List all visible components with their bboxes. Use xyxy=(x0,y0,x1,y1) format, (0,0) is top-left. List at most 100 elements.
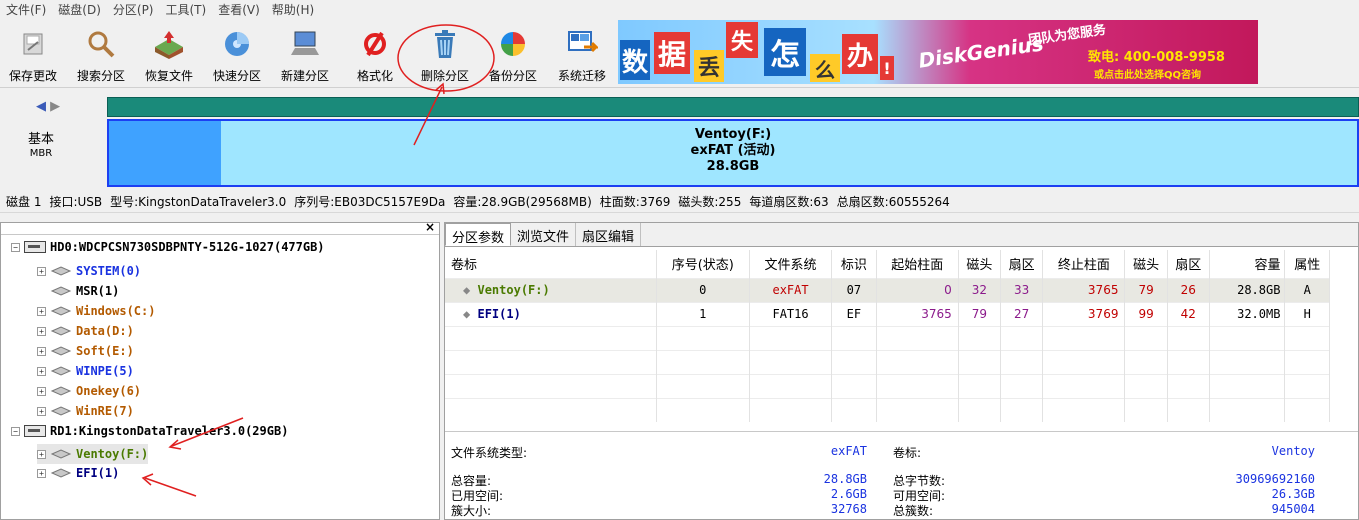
fs-type-label: 文件系统类型: xyxy=(451,446,528,460)
menu-bar: 文件(F) 磁盘(D) 分区(P) 工具(T) 查看(V) 帮助(H) xyxy=(0,0,1359,18)
tree-partition-node[interactable]: + Data(D:) xyxy=(37,321,134,341)
advertisement-banner[interactable]: 数 据 丢 失 怎 么 办 ! DiskGenius 团队为您服务 致电: 40… xyxy=(618,20,1258,84)
expand-toggle-icon[interactable]: − xyxy=(11,426,20,436)
col-volume-label[interactable]: 卷标 xyxy=(445,250,657,278)
expand-toggle-icon[interactable]: + xyxy=(37,266,46,276)
toolbar: 保存更改 搜索分区 恢复文件 快速分区 新建分区 格式化 删除分区 备份分区 系… xyxy=(0,18,1359,88)
save-button[interactable]: 保存更改 xyxy=(4,22,62,84)
quick-partition-icon xyxy=(220,27,254,61)
col-end-sector[interactable]: 扇区 xyxy=(1167,250,1210,278)
expand-toggle-icon[interactable]: + xyxy=(37,386,46,396)
tree-node-label: Onekey(6) xyxy=(76,384,142,398)
disk-capacity: 容量:28.9GB(29568MB) xyxy=(453,195,592,209)
delete-partition-button[interactable]: 删除分区 xyxy=(414,22,476,84)
total-capacity-value: 28.8GB xyxy=(823,472,867,486)
backup-partition-icon xyxy=(496,27,530,61)
tab-browse-files[interactable]: 浏览文件 xyxy=(511,223,577,246)
col-start-cylinder[interactable]: 起始柱面 xyxy=(876,250,959,278)
col-index-status[interactable]: 序号(状态) xyxy=(656,250,750,278)
format-button[interactable]: 格式化 xyxy=(350,22,400,84)
tree-node-label: Windows(C:) xyxy=(76,304,156,318)
tree-node-label: MSR(1) xyxy=(76,284,120,298)
partition-icon xyxy=(50,449,72,459)
col-capacity[interactable]: 容量 xyxy=(1209,250,1286,278)
partition-icon xyxy=(50,386,72,396)
expand-toggle-icon[interactable]: + xyxy=(37,406,46,416)
tree-partition-node[interactable]: +MSR(1) xyxy=(37,281,119,301)
menu-help[interactable]: 帮助(H) xyxy=(266,1,320,18)
recover-files-button[interactable]: 恢复文件 xyxy=(138,22,200,84)
partition-icon xyxy=(50,326,72,336)
system-migration-button[interactable]: 系统迁移 xyxy=(550,22,614,84)
partition-icon xyxy=(50,286,72,296)
close-panel-icon[interactable]: × xyxy=(425,220,435,234)
delete-partition-icon xyxy=(428,27,462,61)
system-migration-icon xyxy=(565,27,599,61)
banner-char: 办 xyxy=(842,34,878,74)
empty-row xyxy=(445,373,1330,398)
banner-qq-link[interactable]: 或点击此处选择QQ咨询 xyxy=(1094,66,1201,81)
disk-nav-arrows[interactable]: ◀ ▶ xyxy=(36,99,60,114)
banner-char: 数 xyxy=(620,40,650,80)
tree-partition-node[interactable]: + Ventoy(F:) xyxy=(37,444,149,464)
expand-toggle-icon[interactable]: − xyxy=(11,242,20,252)
col-end-head[interactable]: 磁头 xyxy=(1124,250,1168,278)
next-disk-icon[interactable]: ▶ xyxy=(50,99,60,114)
empty-row xyxy=(445,397,1330,422)
tree-disk-node[interactable]: − HD0:WDCPCSN730SDBPNTY-512G-1027(477GB) xyxy=(11,237,325,257)
disk-interface: 接口:USB xyxy=(49,195,103,209)
expand-toggle-icon[interactable]: + xyxy=(37,306,46,316)
banner-char: 丢 xyxy=(694,50,724,82)
col-start-head[interactable]: 磁头 xyxy=(958,250,1002,278)
free-space-value: 26.3GB xyxy=(1271,487,1315,501)
menu-partition[interactable]: 分区(P) xyxy=(107,1,160,18)
banner-char: ! xyxy=(880,56,894,80)
tree-partition-node[interactable]: + Soft(E:) xyxy=(37,341,134,361)
search-partition-button[interactable]: 搜索分区 xyxy=(70,22,132,84)
partition-icon xyxy=(50,306,72,316)
partition-icon xyxy=(50,406,72,416)
tab-sector-editor[interactable]: 扇区编辑 xyxy=(576,223,642,246)
expand-toggle-icon[interactable]: + xyxy=(37,326,46,336)
partition-icon xyxy=(50,346,72,356)
disk-map: ◀ ▶ 基本 MBR Ventoy(F:) exFAT (活动) 28.8GB xyxy=(0,89,1359,189)
col-filesystem[interactable]: 文件系统 xyxy=(749,250,833,278)
prev-disk-icon[interactable]: ◀ xyxy=(36,99,46,114)
tree-partition-node[interactable]: + SYSTEM(0) xyxy=(37,261,141,281)
col-attribute[interactable]: 属性 xyxy=(1284,250,1330,278)
tree-partition-node[interactable]: + EFI(1) xyxy=(37,463,119,483)
used-space-value: 2.6GB xyxy=(830,487,867,501)
col-id[interactable]: 标识 xyxy=(831,250,877,278)
quick-partition-button[interactable]: 快速分区 xyxy=(206,22,268,84)
menu-tools[interactable]: 工具(T) xyxy=(160,1,213,18)
table-row[interactable]: ◆ EFI(1) 1 FAT16 EF 3765 79 27 3769 99 4… xyxy=(445,301,1330,326)
expand-toggle-icon[interactable]: + xyxy=(37,449,46,459)
partition-icon xyxy=(50,266,72,276)
tree-partition-node[interactable]: + WINPE(5) xyxy=(37,361,134,381)
partition-block-ventoy[interactable]: Ventoy(F:) exFAT (活动) 28.8GB xyxy=(107,119,1359,187)
tree-partition-node[interactable]: + Onekey(6) xyxy=(37,381,141,401)
col-start-sector[interactable]: 扇区 xyxy=(1000,250,1044,278)
backup-partition-button[interactable]: 备份分区 xyxy=(482,22,544,84)
save-icon xyxy=(16,27,50,61)
empty-row xyxy=(445,325,1330,350)
tree-partition-node[interactable]: + Windows(C:) xyxy=(37,301,155,321)
disk-type-label: 基本 MBR xyxy=(28,132,55,160)
menu-view[interactable]: 查看(V) xyxy=(212,1,266,18)
tree-disk-node[interactable]: − RD1:KingstonDataTraveler3.0(29GB) xyxy=(11,421,288,441)
recover-files-icon xyxy=(152,27,186,61)
expand-toggle-icon[interactable]: + xyxy=(37,468,46,478)
tab-partition-params[interactable]: 分区参数 xyxy=(445,223,512,246)
menu-disk[interactable]: 磁盘(D) xyxy=(52,1,107,18)
expand-toggle-icon[interactable]: + xyxy=(37,366,46,376)
tree-partition-node[interactable]: + WinRE(7) xyxy=(37,401,134,421)
empty-row xyxy=(445,349,1330,374)
expand-toggle-icon[interactable]: + xyxy=(37,346,46,356)
table-row[interactable]: ◆ Ventoy(F:) 0 exFAT 07 0 32 33 3765 79 … xyxy=(445,277,1330,302)
col-end-cylinder[interactable]: 终止柱面 xyxy=(1042,250,1126,278)
partition-icon: ◆ xyxy=(463,283,471,297)
banner-phone: 致电: 400-008-9958 xyxy=(1088,50,1225,65)
hard-disk-icon xyxy=(24,425,46,437)
new-partition-button[interactable]: 新建分区 xyxy=(274,22,336,84)
menu-file[interactable]: 文件(F) xyxy=(0,1,52,18)
